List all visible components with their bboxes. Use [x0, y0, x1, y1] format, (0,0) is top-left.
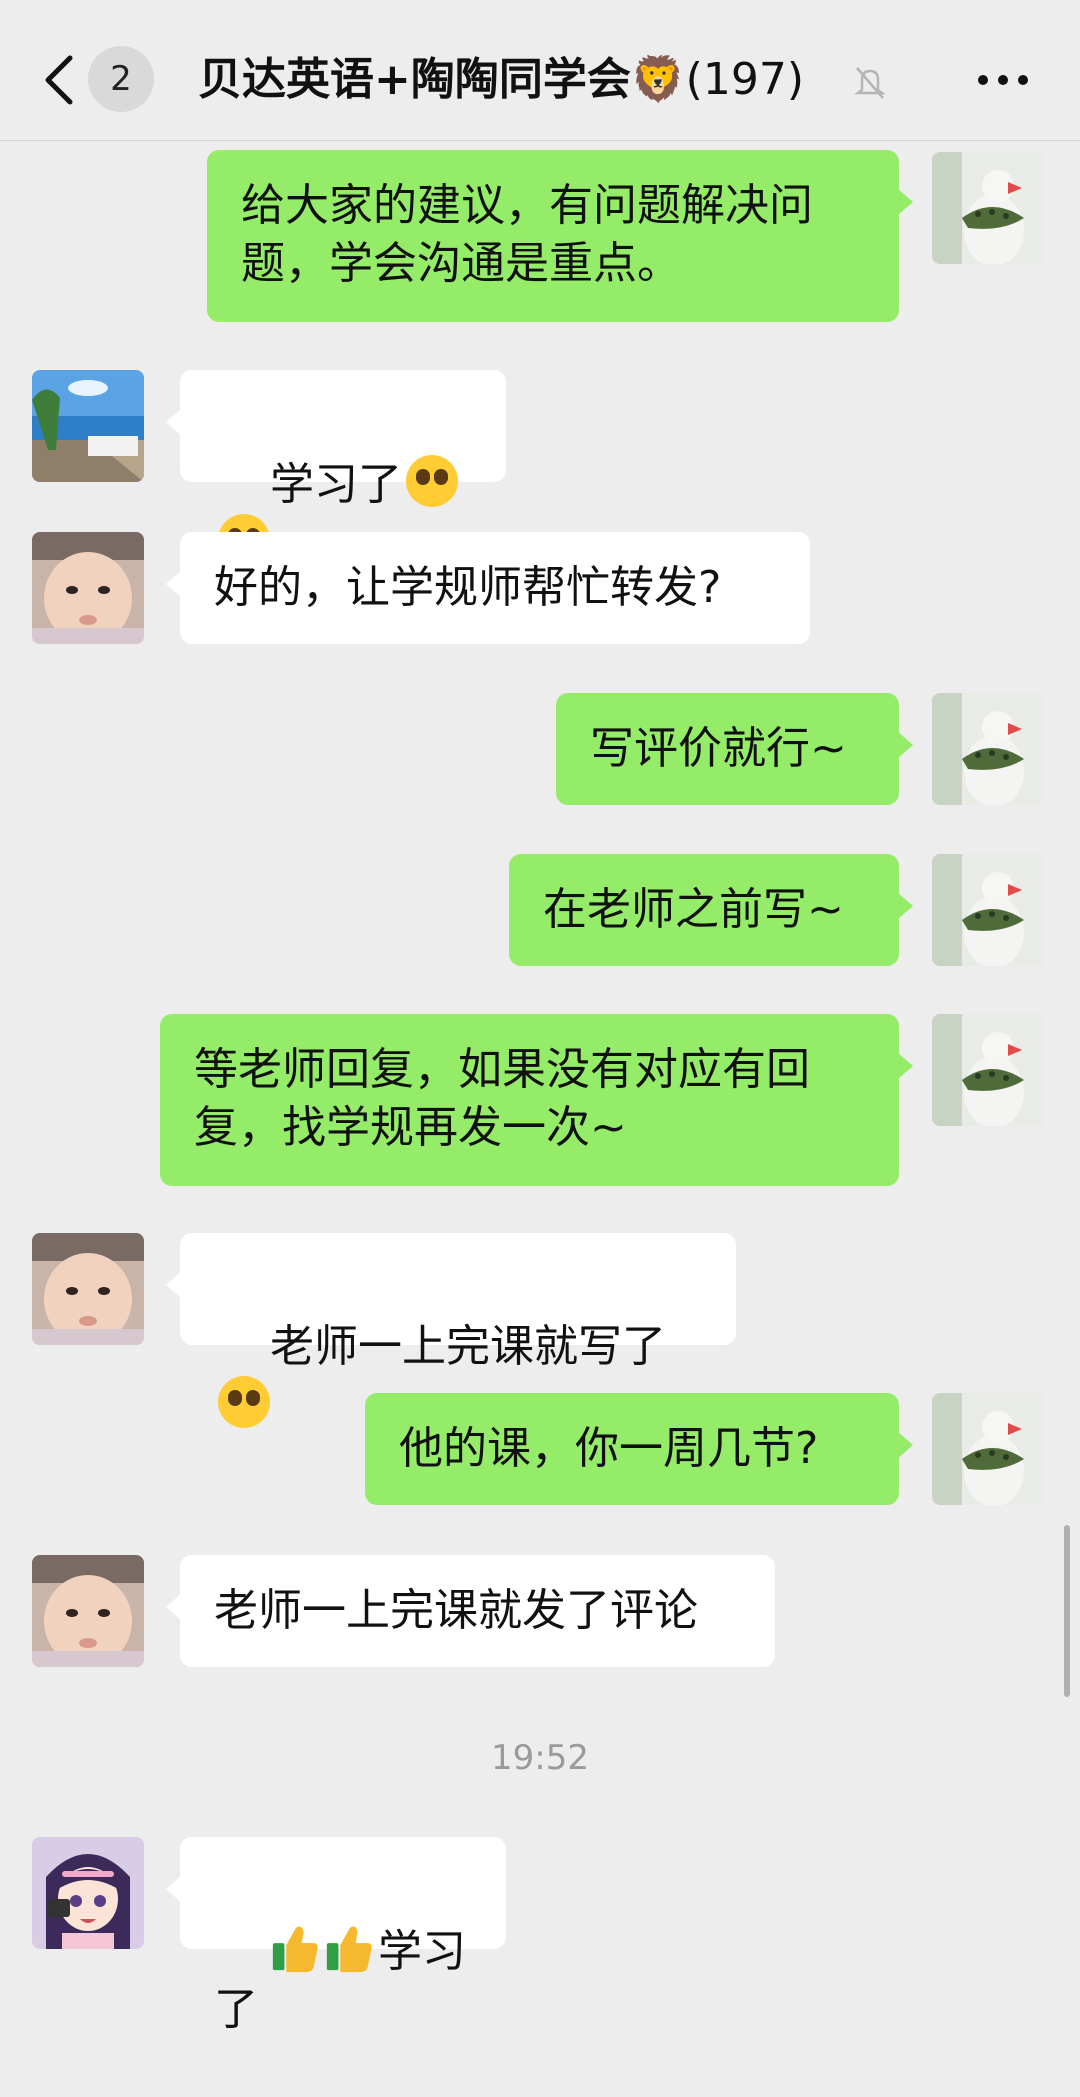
message-bubble[interactable]: 老师一上完课就写了 [166, 1233, 736, 1428]
message-bubble[interactable]: 老师一上完课就发了评论 [166, 1555, 775, 1667]
bird-avatar[interactable] [932, 1393, 1044, 1505]
bird-avatar[interactable] [932, 693, 1044, 805]
thumbs-up-icon [326, 1926, 372, 1973]
anime-girl-avatar[interactable] [32, 1837, 144, 1949]
thumbs-up-icon [272, 1926, 318, 1973]
message-timestamp: 19:52 [491, 1738, 589, 1778]
crying-laughing-face-icon [218, 1376, 270, 1428]
baby-avatar[interactable] [32, 532, 144, 644]
message-bubble[interactable]: 在老师之前写~ [509, 854, 913, 966]
scrollbar[interactable] [1064, 1525, 1070, 1697]
back-arrow-icon[interactable] [40, 50, 80, 110]
mute-bell-icon [854, 67, 886, 99]
message-bubble[interactable]: 等老师回复，如果没有对应有回 复，找学规再发一次~ [160, 1014, 913, 1186]
message-bubble[interactable]: 写评价就行~ [556, 693, 913, 805]
bird-avatar[interactable] [932, 854, 1044, 966]
more-options-icon[interactable] [976, 70, 1030, 90]
message-bubble[interactable]: 学习了 [166, 370, 506, 566]
bird-avatar[interactable] [932, 1014, 1044, 1126]
message-bubble[interactable]: 给大家的建议，有问题解决问 题，学会沟通是重点。 [207, 150, 913, 322]
unread-count-badge[interactable]: 2 [88, 46, 154, 112]
lion-emoji: 🦁 [630, 54, 686, 105]
seaside-avatar[interactable] [32, 370, 144, 482]
message-text: 学习了 [269, 459, 402, 510]
pleading-face-icon [405, 455, 458, 507]
baby-avatar[interactable] [32, 1233, 144, 1345]
message-bubble[interactable]: 好的，让学规师帮忙转发? [166, 532, 810, 644]
chat-title[interactable]: 贝达英语+陶陶同学会🦁(197) [198, 48, 804, 112]
chat-header: 2 贝达英语+陶陶同学会🦁(197) [0, 0, 1080, 141]
message-bubble[interactable]: 学习了 [166, 1837, 506, 2035]
bird-avatar[interactable] [932, 152, 1044, 264]
member-count: (197) [685, 54, 804, 105]
message-text: 老师一上完课就写了 [269, 1321, 666, 1372]
baby-avatar[interactable] [32, 1555, 144, 1667]
group-name: 贝达英语+陶陶同学会 [198, 54, 631, 105]
message-bubble[interactable]: 他的课，你一周几节? [365, 1393, 913, 1505]
